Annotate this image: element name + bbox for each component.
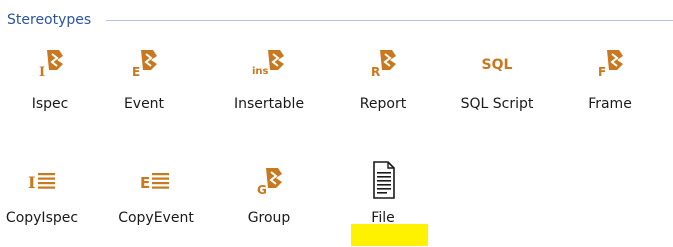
item-label: SQL Script xyxy=(460,96,534,112)
group-icon: G xyxy=(252,164,286,198)
svg-text:I: I xyxy=(28,173,35,192)
item-label: File xyxy=(371,210,395,226)
item-label: Group xyxy=(247,210,291,226)
ispec-icon: I xyxy=(33,46,67,80)
item-label: Report xyxy=(359,96,407,112)
svg-text:R: R xyxy=(371,65,380,79)
svg-text:ins: ins xyxy=(252,66,269,77)
group-title: Stereotypes xyxy=(7,10,96,30)
svg-text:SQL: SQL xyxy=(482,57,513,73)
item-label: CopyEvent xyxy=(118,210,194,226)
svg-text:I: I xyxy=(39,65,45,80)
svg-text:F: F xyxy=(598,65,606,79)
copy-ispec-icon: I xyxy=(25,164,59,198)
stereotype-frame[interactable]: F Frame xyxy=(560,46,660,126)
event-icon: E xyxy=(127,46,161,80)
stereotype-ispec[interactable]: I Ispec xyxy=(0,46,100,126)
item-label: Ispec xyxy=(31,96,69,112)
item-label: CopyIspec xyxy=(5,210,79,226)
sql-script-icon: SQL xyxy=(480,46,514,80)
group-divider xyxy=(106,20,673,21)
stereotype-copy-event[interactable]: E CopyEvent xyxy=(106,164,206,234)
stereotype-file[interactable]: File xyxy=(333,160,433,234)
stereotype-event[interactable]: E Event xyxy=(94,46,194,126)
item-label: Insertable xyxy=(233,96,305,112)
frame-icon: F xyxy=(593,46,627,80)
stereotype-group[interactable]: G Group xyxy=(219,164,319,234)
stereotype-sql-script[interactable]: SQL SQL Script xyxy=(447,46,547,126)
svg-text:E: E xyxy=(140,174,150,192)
report-icon: R xyxy=(366,46,400,80)
stereotype-insertable[interactable]: ins Insertable xyxy=(219,46,319,126)
svg-text:E: E xyxy=(132,65,140,79)
file-icon xyxy=(366,160,400,200)
svg-text:G: G xyxy=(257,183,267,197)
stereotypes-group-header: Stereotypes xyxy=(0,10,673,30)
item-label: Frame xyxy=(588,96,632,112)
stereotype-report[interactable]: R Report xyxy=(333,46,433,126)
copy-event-icon: E xyxy=(139,164,173,198)
item-label: Event xyxy=(123,96,165,112)
stereotype-copy-ispec[interactable]: I CopyIspec xyxy=(0,164,92,234)
insertable-icon: ins xyxy=(252,46,286,80)
